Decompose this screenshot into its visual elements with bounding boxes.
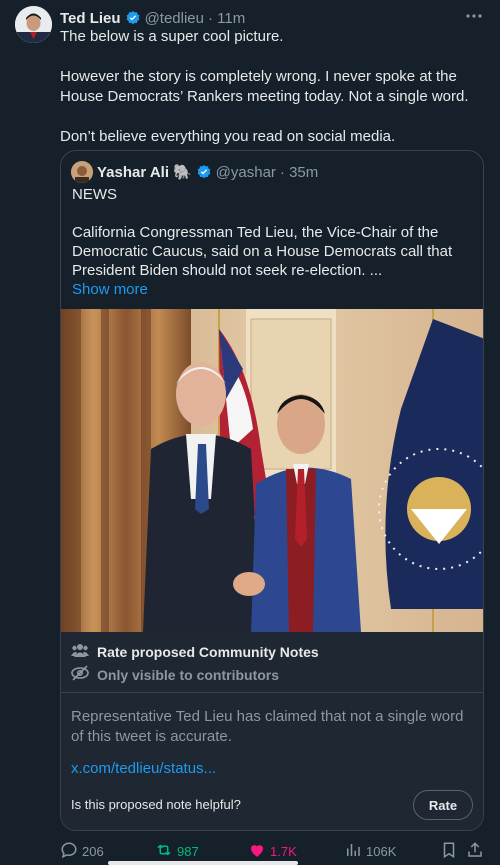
divider [61, 692, 483, 693]
helpful-question: Is this proposed note helpful? [71, 797, 241, 812]
note-source-link[interactable]: x.com/tedlieu/status... [71, 760, 216, 777]
quote-author-name[interactable]: Yashar Ali [97, 164, 169, 181]
eye-slash-icon [71, 665, 89, 684]
tweet-paragraph: However the story is completely wrong. I… [60, 68, 469, 105]
tweet[interactable]: Ted Lieu @tedlieu · 11m The below is a s… [0, 0, 500, 865]
tweet-text: The below is a super cool picture. Howev… [60, 27, 480, 167]
like-count: 1.7K [270, 843, 297, 859]
verified-badge-icon [125, 10, 141, 26]
bookmark-button[interactable] [440, 841, 458, 862]
quote-author-avatar[interactable] [71, 161, 93, 183]
more-options-icon[interactable] [464, 6, 484, 26]
visibility-text: Only visible to contributors [97, 666, 280, 683]
tweet-header: Ted Lieu @tedlieu · 11m [60, 8, 245, 28]
views-count: 106K [366, 843, 397, 859]
heart-icon [248, 841, 266, 862]
like-button[interactable]: 1.7K [248, 841, 297, 862]
retweet-button[interactable]: 987 [155, 841, 199, 862]
tweet-paragraph: The below is a super cool picture. [60, 28, 284, 45]
elephant-emoji: 🐘 [172, 164, 192, 181]
share-button[interactable] [466, 841, 484, 862]
share-icon [466, 841, 484, 862]
tweet-paragraph: Don’t believe everything you read on soc… [60, 128, 396, 145]
views-button[interactable]: 106K [344, 841, 396, 862]
retweet-icon [155, 841, 173, 862]
community-notes-panel: Rate proposed Community Notes Only visib… [61, 632, 483, 830]
views-icon [344, 841, 362, 862]
author-name[interactable]: Ted Lieu [60, 10, 121, 27]
tweet-actions: 206 987 1.7K 106K [60, 840, 490, 862]
home-indicator [108, 861, 298, 865]
quote-paragraph: NEWS [72, 186, 117, 203]
reply-count: 206 [82, 843, 104, 859]
visibility-row: Only visible to contributors [71, 665, 279, 684]
author-avatar[interactable] [15, 6, 52, 43]
bookmark-icon [440, 841, 458, 862]
tweet-time[interactable]: · 11m [208, 10, 245, 27]
quote-text: NEWS California Congressman Ted Lieu, th… [72, 185, 476, 299]
reply-icon [60, 841, 78, 862]
author-handle[interactable]: @tedlieu [145, 10, 204, 27]
proposed-note-text: Representative Ted Lieu has claimed that… [71, 708, 464, 745]
rate-community-notes-row[interactable]: Rate proposed Community Notes [71, 642, 319, 661]
community-notes-title: Rate proposed Community Notes [97, 643, 319, 660]
quote-header: Yashar Ali 🐘 @yashar · 35m [71, 161, 318, 183]
quote-photo[interactable] [61, 309, 483, 632]
retweet-count: 987 [177, 843, 199, 859]
quote-author-handle[interactable]: @yashar [216, 164, 276, 181]
quote-paragraph: California Congressman Ted Lieu, the Vic… [72, 224, 453, 279]
reply-button[interactable]: 206 [60, 841, 104, 862]
verified-badge-icon [196, 164, 212, 180]
quoted-tweet[interactable]: Yashar Ali 🐘 @yashar · 35m NEWS Californ… [60, 150, 484, 831]
people-icon [71, 642, 89, 661]
show-more-link[interactable]: Show more [72, 280, 476, 299]
rate-button[interactable]: Rate [413, 790, 473, 820]
quote-time: · 35m [279, 163, 319, 181]
